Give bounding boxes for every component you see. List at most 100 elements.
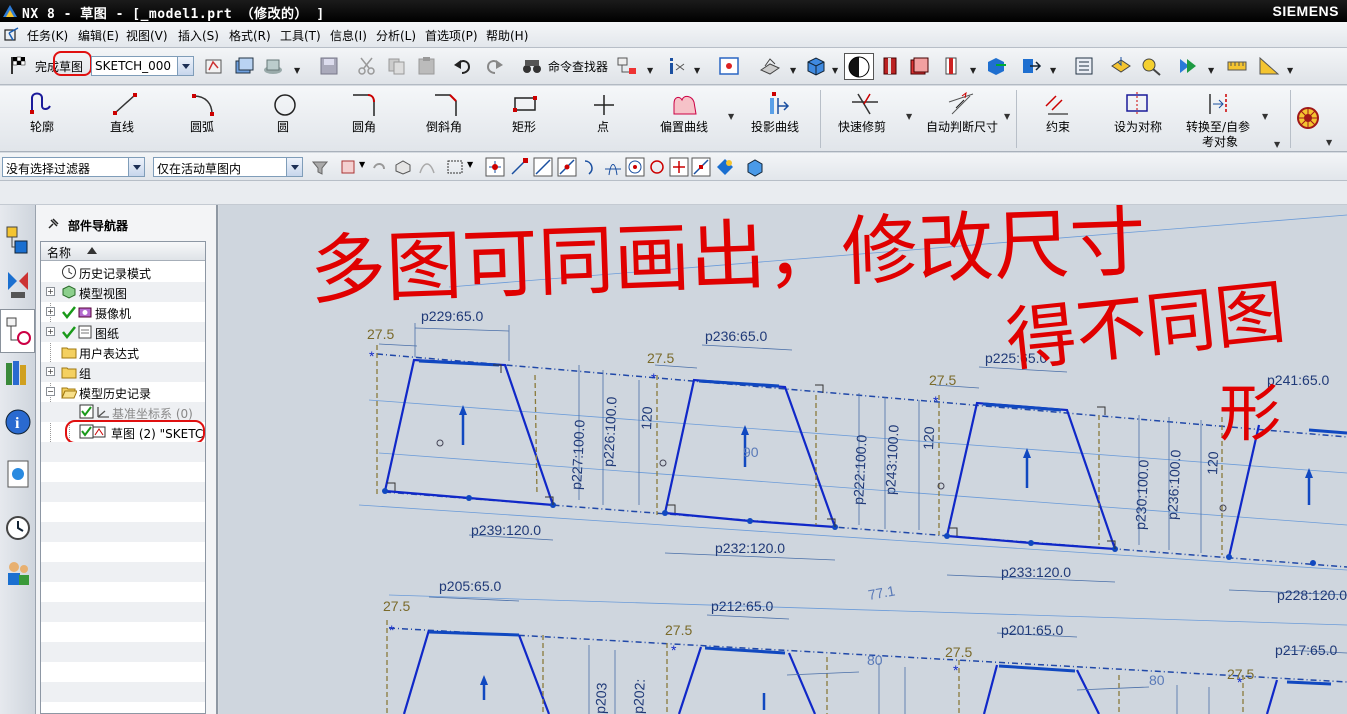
- wcs-icon[interactable]: [986, 56, 1008, 76]
- snap-enable-icon[interactable]: [485, 157, 505, 177]
- dim-text[interactable]: p230:100.0: [1132, 459, 1152, 530]
- chevron-down-icon[interactable]: ▼: [294, 66, 300, 75]
- part-tree-icon[interactable]: [616, 56, 638, 76]
- dim-text[interactable]: 27.5: [1227, 666, 1254, 682]
- constraint-button[interactable]: 约束: [1030, 86, 1086, 152]
- dim-text[interactable]: p228:120.0: [1277, 587, 1347, 603]
- chevron-down-icon[interactable]: ▼: [1274, 140, 1280, 149]
- dim-text[interactable]: p201:65.0: [1001, 622, 1063, 638]
- expand-icon[interactable]: +: [46, 367, 55, 376]
- finish-flag-icon[interactable]: [8, 55, 30, 75]
- cut-icon[interactable]: [356, 56, 378, 76]
- snap-point-on-curve-icon[interactable]: [669, 157, 689, 177]
- dim-text[interactable]: 90: [743, 444, 759, 460]
- orient-view-icon[interactable]: [805, 56, 827, 76]
- tree-row-drawing-sheets[interactable]: + 图纸: [41, 322, 205, 342]
- snap-point-on-surface-icon[interactable]: [691, 157, 711, 177]
- pin-icon[interactable]: [46, 217, 60, 231]
- snap-intersection-icon[interactable]: [603, 157, 623, 177]
- history-icon[interactable]: [3, 511, 33, 545]
- dim-text[interactable]: 27.5: [367, 326, 394, 342]
- chevron-down-icon[interactable]: ▼: [467, 160, 473, 169]
- dim-text[interactable]: p236:100.0: [1164, 449, 1184, 520]
- chevron-down-icon[interactable]: ▼: [728, 112, 734, 121]
- point-button[interactable]: 点: [584, 86, 624, 152]
- collapse-icon[interactable]: −: [46, 387, 55, 396]
- line-button[interactable]: 直线: [96, 86, 156, 152]
- chevron-down-icon[interactable]: ▼: [1004, 112, 1010, 121]
- project-curve-button[interactable]: 投影曲线: [748, 86, 806, 152]
- redo-icon[interactable]: [483, 56, 505, 76]
- dim-text[interactable]: p233:120.0: [1001, 564, 1071, 580]
- binoculars-icon[interactable]: [521, 56, 543, 76]
- rectangle-button[interactable]: 矩形: [500, 86, 548, 152]
- dim-text[interactable]: p236:65.0: [705, 328, 767, 344]
- column-header-name[interactable]: 名称: [41, 242, 205, 261]
- section-edit-icon[interactable]: [908, 56, 930, 76]
- type-filter-select[interactable]: 没有选择过滤器: [2, 157, 145, 177]
- chevron-down-icon[interactable]: [177, 57, 193, 75]
- move-to-layer-icon[interactable]: [1110, 56, 1132, 76]
- dim-text[interactable]: 80: [867, 652, 883, 668]
- scope-filter-select[interactable]: 仅在活动草图内: [153, 157, 303, 177]
- menu-analysis[interactable]: 分析(L): [376, 27, 416, 44]
- dim-text[interactable]: 80: [1149, 672, 1165, 688]
- hd3d-tools-icon[interactable]: i: [3, 405, 33, 439]
- tree-row-user-expressions[interactable]: 用户表达式: [41, 342, 205, 362]
- tree-row-cameras[interactable]: + 摄像机: [41, 302, 205, 322]
- task-menu-icon[interactable]: [4, 27, 20, 43]
- move-wcs-icon[interactable]: [1020, 56, 1042, 76]
- dim-text[interactable]: 77.1: [867, 582, 897, 603]
- web-browser-icon[interactable]: [3, 457, 33, 491]
- dim-text[interactable]: p212:65.0: [711, 598, 773, 614]
- copy-icon[interactable]: [386, 56, 408, 76]
- rectangle-select-icon[interactable]: [446, 159, 464, 175]
- arc-button[interactable]: 圆弧: [176, 86, 232, 152]
- dim-text[interactable]: 27.5: [665, 622, 692, 638]
- expand-icon[interactable]: +: [46, 287, 55, 296]
- undo-selection-icon[interactable]: [370, 159, 388, 175]
- view-cube-icon[interactable]: [746, 159, 764, 177]
- filter-reset-icon[interactable]: [311, 159, 329, 175]
- clip-icon[interactable]: [940, 56, 962, 76]
- expand-icon[interactable]: +: [46, 327, 55, 336]
- constraint-navigator-icon[interactable]: [3, 267, 33, 301]
- dim-text[interactable]: p202:: [630, 678, 648, 714]
- chevron-down-icon[interactable]: ▼: [647, 66, 653, 75]
- snap-endpoint-icon[interactable]: [509, 157, 529, 177]
- dim-text[interactable]: 120: [920, 426, 937, 450]
- snap-bounded-grid-icon[interactable]: [715, 157, 735, 177]
- chamfer-button[interactable]: 倒斜角: [418, 86, 474, 152]
- fillet-button[interactable]: 圆角: [338, 86, 394, 152]
- info-icon[interactable]: [666, 56, 688, 76]
- sketch-settings-icon[interactable]: [1296, 106, 1320, 130]
- chevron-down-icon[interactable]: ▼: [694, 66, 700, 75]
- dim-text[interactable]: p227:100.0: [568, 419, 588, 490]
- dim-text[interactable]: p243:100.0: [882, 424, 902, 495]
- chevron-down-icon[interactable]: ▼: [1287, 66, 1293, 75]
- menu-task[interactable]: 任务(K): [27, 27, 68, 44]
- tree-row-model-history[interactable]: − 模型历史记录: [41, 382, 205, 402]
- snap-quadrant-icon[interactable]: [647, 157, 667, 177]
- measure-distance-icon[interactable]: [1226, 56, 1248, 76]
- dim-text[interactable]: 27.5: [647, 350, 674, 366]
- tree-row-sketch[interactable]: 草图 (2) "SKETC: [41, 422, 205, 442]
- section-icon[interactable]: [879, 56, 901, 76]
- snap-view-icon[interactable]: [759, 56, 781, 76]
- dim-text[interactable]: p226:100.0: [600, 396, 620, 467]
- tree-row-datum-csys[interactable]: 基准坐标系 (0): [41, 402, 205, 422]
- menu-view[interactable]: 视图(V): [126, 27, 168, 44]
- profile-button[interactable]: 轮廓: [0, 86, 86, 152]
- measure-angle-icon[interactable]: [1258, 56, 1280, 76]
- dim-text[interactable]: p203: [592, 682, 610, 714]
- play-icon[interactable]: [1177, 56, 1199, 76]
- dim-text[interactable]: 27.5: [383, 598, 410, 614]
- chevron-down-icon[interactable]: ▼: [832, 66, 838, 75]
- fit-view-icon[interactable]: [718, 56, 740, 76]
- circle-button[interactable]: 圆: [260, 86, 310, 152]
- menu-format[interactable]: 格式(R): [229, 27, 271, 44]
- menu-insert[interactable]: 插入(S): [178, 27, 219, 44]
- menu-tools[interactable]: 工具(T): [280, 27, 321, 44]
- chevron-down-icon[interactable]: ▼: [906, 112, 912, 121]
- menu-preferences[interactable]: 首选项(P): [425, 27, 478, 44]
